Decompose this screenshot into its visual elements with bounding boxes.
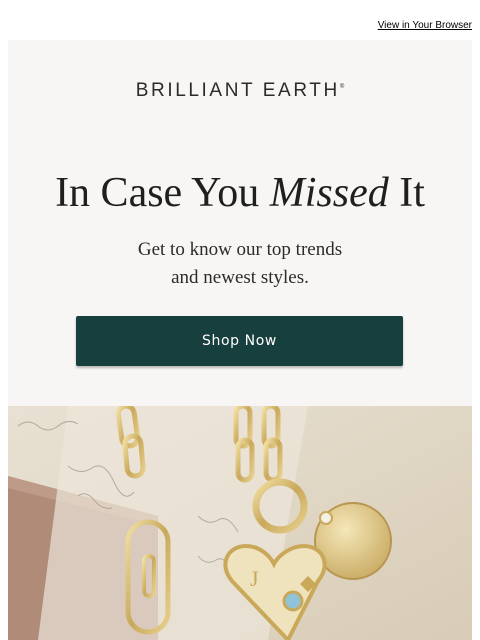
hero-section: BRILLIANT EARTH® In Case You Missed It G…: [8, 40, 472, 406]
headline-suffix: It: [388, 170, 425, 216]
headline: In Case You Missed It: [8, 172, 472, 214]
brand-name: BRILLIANT EARTH: [135, 80, 340, 101]
top-bar: View in Your Browser: [0, 0, 480, 40]
product-photo[interactable]: J: [8, 406, 472, 640]
subtext-line-2: and newest styles.: [171, 267, 309, 288]
headline-emphasis: Missed: [269, 170, 389, 216]
subtext: Get to know our top trends and newest st…: [8, 236, 472, 292]
brand-logo[interactable]: BRILLIANT EARTH®: [8, 80, 472, 102]
jewelry-image: J: [8, 406, 472, 640]
view-in-browser-link[interactable]: View in Your Browser: [378, 20, 472, 31]
svg-text:J: J: [250, 566, 259, 591]
headline-prefix: In Case You: [55, 170, 270, 216]
shop-now-button[interactable]: Shop Now: [76, 316, 403, 366]
subtext-line-1: Get to know our top trends: [137, 239, 343, 260]
registered-mark: ®: [339, 84, 345, 90]
